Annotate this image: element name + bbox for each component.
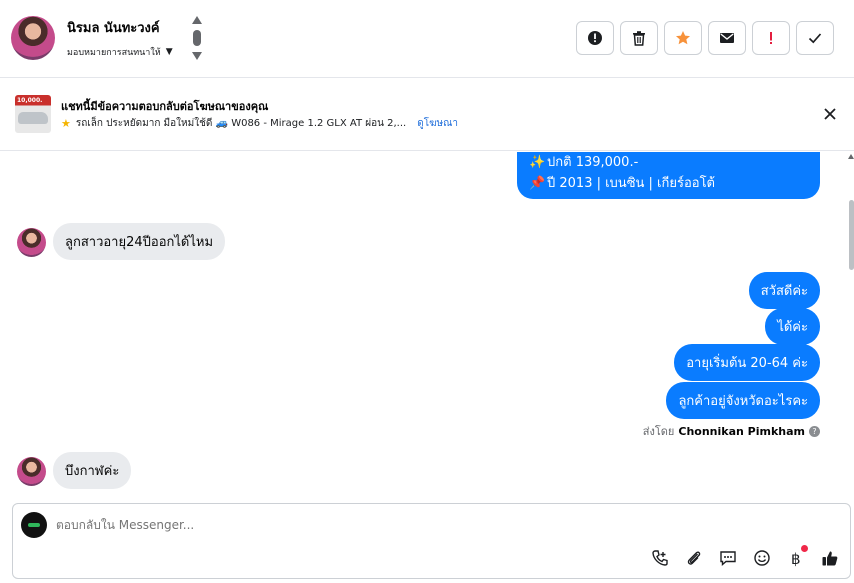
assign-label: มอบหมายการสนทนาให้ — [67, 48, 161, 58]
ad-description: รถเล็ก ประหยัดมาก มือใหม่ใช้ดี 🚙 W086 - … — [75, 118, 407, 129]
pager-down-icon[interactable] — [192, 52, 202, 60]
view-ad-link[interactable]: ดูโฆษณา — [417, 116, 458, 131]
sparkle-emoji-icon: ✨ — [529, 155, 546, 170]
close-icon[interactable] — [822, 106, 838, 122]
contact-avatar[interactable] — [11, 16, 55, 60]
ad-thumbnail-price: 10,000. — [17, 97, 43, 104]
pager-thumb[interactable] — [193, 30, 201, 46]
baht-icon[interactable]: ฿ — [786, 545, 808, 568]
alert-circle-icon — [588, 31, 602, 45]
star-emoji-icon: ★ — [61, 117, 71, 130]
assign-conversation-dropdown[interactable]: มอบหมายการสนทนาให้ ▼ — [67, 45, 173, 59]
sent-by-label: ส่งโดย Chonnikan Pimkham ? — [643, 422, 820, 440]
contact-avatar-small — [17, 228, 46, 257]
page-avatar — [21, 512, 47, 538]
composer-tools: ฿ — [650, 545, 840, 568]
mark-unread-button[interactable] — [708, 21, 746, 55]
notification-dot — [801, 545, 808, 552]
incoming-message: ลูกสาวอายุ24ปีออกได้ไหม — [53, 223, 226, 260]
outgoing-message: สวัสดีค่ะ — [748, 272, 820, 309]
ad-description-row: ★ รถเล็ก ประหยัดมาก มือใหม่ใช้ดี 🚙 W086 … — [61, 116, 458, 131]
pager-up-icon[interactable] — [192, 16, 202, 24]
trash-icon — [633, 31, 645, 46]
conversation-pager[interactable] — [190, 16, 204, 62]
ad-reply-line-1: ✨ ปกติ 139,000.- — [529, 152, 808, 173]
spam-button[interactable] — [752, 21, 790, 55]
envelope-icon — [720, 33, 734, 43]
check-icon — [808, 33, 822, 44]
delete-button[interactable] — [620, 21, 658, 55]
reply-input[interactable] — [56, 518, 656, 532]
ad-context-banner: 10,000. แชทนี้มีข้อความตอบกลับต่อโฆษณาขอ… — [0, 79, 854, 151]
outgoing-message: อายุเริ่มต้น 20-64 ค่ะ — [674, 344, 820, 381]
star-icon — [676, 31, 690, 45]
pin-emoji-icon: 📌 — [529, 176, 546, 191]
contact-name[interactable]: นิรมล นันทะวงค์ — [67, 17, 160, 38]
done-button[interactable] — [796, 21, 834, 55]
header-actions — [576, 21, 834, 55]
scroll-up-icon[interactable] — [848, 154, 854, 159]
sent-by-prefix: ส่งโดย — [642, 425, 675, 438]
outgoing-message-ad-reply: ✨ ปกติ 139,000.- 📌 ปี 2013 | เบนซิน | เกีย… — [517, 152, 820, 199]
exclamation-icon — [770, 32, 772, 44]
thumbs-up-icon[interactable] — [820, 548, 840, 568]
svg-text:฿: ฿ — [791, 550, 801, 567]
message-thread[interactable]: ✨ ปกติ 139,000.- 📌 ปี 2013 | เบนซิน | เกีย… — [0, 152, 854, 498]
report-button[interactable] — [576, 21, 614, 55]
phone-plus-icon[interactable] — [650, 548, 670, 568]
ad-reply-line-2: 📌 ปี 2013 | เบนซิน | เกียร์ออโต้ — [529, 173, 808, 194]
thread-scrollbar[interactable] — [848, 152, 854, 498]
message-bubble-icon[interactable] — [718, 548, 738, 568]
scroll-thumb[interactable] — [849, 200, 854, 270]
outgoing-message: ได้ค่ะ — [765, 308, 820, 345]
outgoing-message: ลูกค้าอยู่จังหวัดอะไรคะ — [666, 382, 820, 419]
smiley-icon[interactable] — [752, 548, 772, 568]
car-image — [18, 112, 48, 124]
contact-avatar-small — [17, 457, 46, 486]
ad-thumbnail[interactable]: 10,000. — [15, 95, 51, 133]
caret-down-icon: ▼ — [165, 47, 173, 57]
star-button[interactable] — [664, 21, 702, 55]
incoming-message: บึงกาฬค่ะ — [53, 452, 132, 489]
inbox-conversation: นิรมล นันทะวงค์ มอบหมายการสนทนาให้ ▼ 10,… — [0, 0, 854, 583]
paperclip-icon[interactable] — [684, 548, 704, 568]
conversation-header: นิรมล นันทะวงค์ มอบหมายการสนทนาให้ ▼ — [0, 0, 854, 78]
reply-composer: ฿ — [12, 503, 851, 579]
ad-title: แชทนี้มีข้อความตอบกลับต่อโฆษณาของคุณ — [61, 100, 269, 113]
help-icon[interactable]: ? — [809, 425, 820, 437]
sent-by-name: Chonnikan Pimkham — [678, 424, 805, 438]
